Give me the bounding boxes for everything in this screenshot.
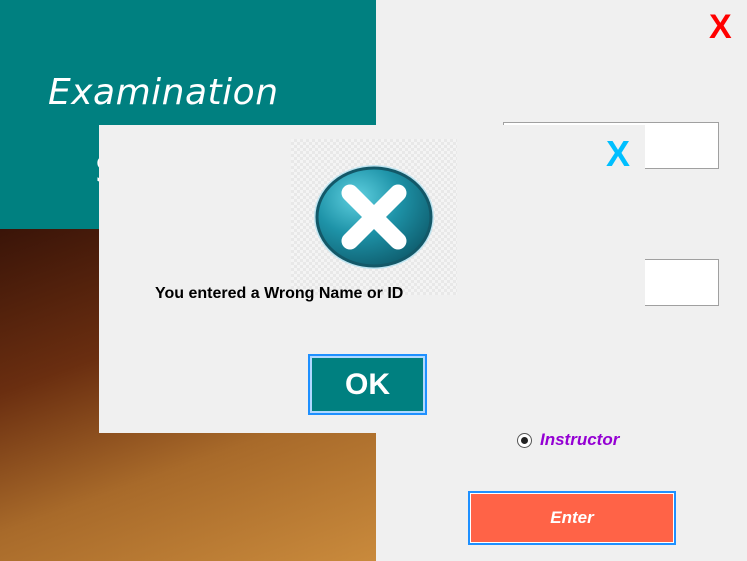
error-x-circle-icon (291, 139, 457, 295)
ok-button[interactable]: OK (308, 354, 427, 415)
enter-button[interactable]: Enter (468, 491, 676, 545)
error-message: You entered a Wrong Name or ID (155, 285, 404, 302)
app-title: Examination (48, 72, 279, 113)
dialog-close-button[interactable]: X (606, 133, 630, 175)
error-dialog: X You entered a Wrong Name or ID OK (99, 125, 645, 433)
instructor-radio-option[interactable]: Instructor (517, 430, 619, 450)
close-button[interactable]: X (709, 8, 732, 47)
instructor-radio-label: Instructor (540, 430, 620, 449)
instructor-radio[interactable] (517, 432, 532, 448)
